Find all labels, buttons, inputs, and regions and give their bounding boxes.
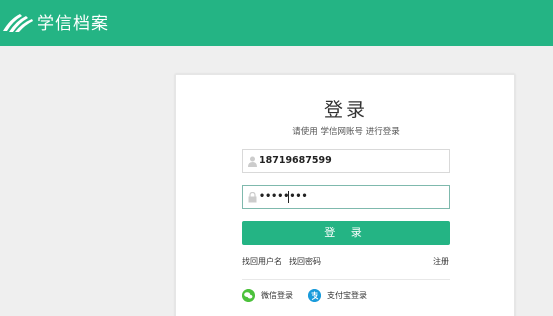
find-password-link[interactable]: 找回密码 bbox=[289, 256, 321, 268]
password-field[interactable]: •••••••• bbox=[242, 185, 450, 209]
find-username-link[interactable]: 找回用户名 bbox=[242, 256, 282, 268]
login-subtitle: 请使用 学信网账号 进行登录 bbox=[292, 127, 400, 137]
wechat-login-link[interactable]: 微信登录 bbox=[261, 290, 293, 302]
username-field[interactable]: 18719687599 bbox=[242, 149, 450, 173]
top-header-bar: 学信档案 bbox=[0, 0, 553, 46]
text-cursor bbox=[288, 191, 289, 203]
brand-title: 学信档案 bbox=[37, 14, 109, 34]
xuexin-logo-icon bbox=[3, 14, 33, 32]
alipay-icon[interactable] bbox=[308, 289, 321, 302]
login-title: 登录 bbox=[323, 99, 368, 121]
login-button[interactable]: 登 录 bbox=[242, 221, 450, 245]
lock-icon bbox=[248, 192, 257, 203]
password-value: •••••••• bbox=[259, 191, 308, 202]
register-link[interactable]: 注册 bbox=[433, 256, 449, 268]
alipay-login-link[interactable]: 支付宝登录 bbox=[327, 290, 367, 302]
username-value: 18719687599 bbox=[259, 155, 332, 166]
wechat-icon[interactable] bbox=[242, 289, 255, 302]
user-icon bbox=[248, 156, 257, 167]
login-panel: 登录 请使用 学信网账号 进行登录 18719687599 •••••••• 登… bbox=[175, 74, 515, 316]
divider bbox=[242, 279, 450, 280]
